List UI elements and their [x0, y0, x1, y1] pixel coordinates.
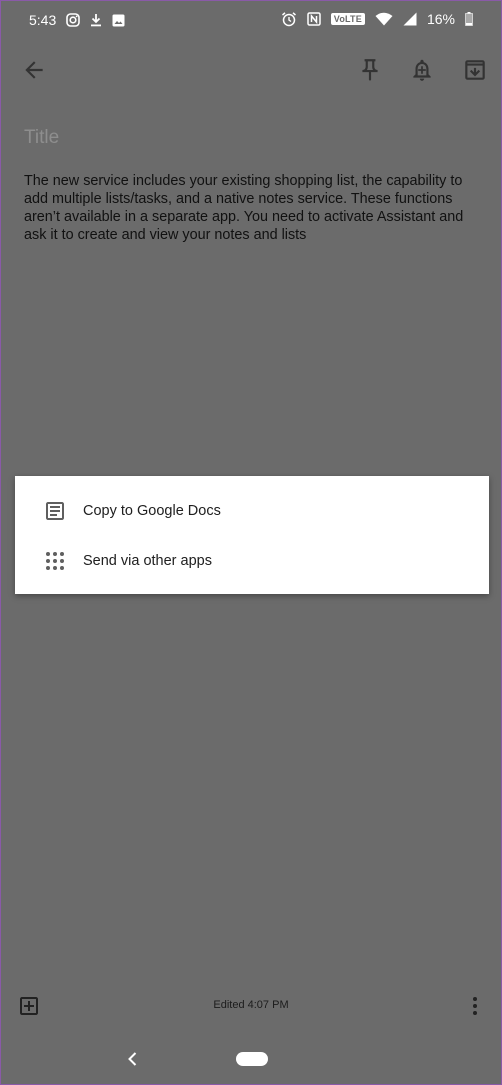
- archive-icon: [465, 60, 485, 80]
- more-vert-icon: [473, 997, 477, 1015]
- arrow-back-icon: [25, 61, 43, 79]
- share-menu: Copy to Google Docs Send via other apps: [15, 476, 489, 594]
- status-time: 5:43: [29, 12, 57, 28]
- battery-icon: [465, 12, 473, 26]
- instagram-icon: [66, 13, 81, 27]
- chevron-left-icon: [128, 1052, 137, 1066]
- note-body-text[interactable]: The new service includes your existing s…: [24, 172, 484, 244]
- app-bar: [1, 47, 501, 93]
- reminder-button[interactable]: [409, 57, 435, 83]
- image-icon: [112, 14, 125, 27]
- back-button[interactable]: [21, 57, 47, 83]
- system-nav-bar: [1, 1041, 501, 1077]
- document-icon: [43, 499, 67, 523]
- pin-button[interactable]: [357, 57, 383, 83]
- alarm-icon: [281, 11, 297, 27]
- cell-signal-icon: [403, 12, 417, 26]
- screen: 5:43 VoLTE 16% Title The new service inc…: [0, 0, 502, 1085]
- nav-back-button[interactable]: [123, 1049, 143, 1069]
- menu-item-label: Copy to Google Docs: [83, 503, 221, 519]
- menu-item-copy-to-google-docs[interactable]: Copy to Google Docs: [15, 486, 489, 536]
- status-bar: 5:43 VoLTE 16%: [1, 1, 501, 41]
- note-title-field[interactable]: Title: [24, 127, 59, 149]
- download-icon: [90, 13, 102, 27]
- archive-button[interactable]: [462, 57, 488, 83]
- menu-item-send-via-other-apps[interactable]: Send via other apps: [15, 536, 489, 586]
- pin-icon: [362, 59, 378, 81]
- reminder-bell-icon: [413, 59, 431, 81]
- nav-home-pill[interactable]: [236, 1052, 268, 1066]
- more-options-button[interactable]: [463, 994, 487, 1018]
- nfc-icon: [307, 12, 321, 26]
- apps-grid-icon: [43, 549, 67, 573]
- edited-timestamp: Edited 4:07 PM: [213, 999, 289, 1011]
- bottom-bar: Edited 4:07 PM: [1, 991, 501, 1021]
- menu-item-label: Send via other apps: [83, 553, 212, 569]
- volte-badge: VoLTE: [330, 13, 365, 25]
- status-right-group: VoLTE 16%: [281, 11, 473, 27]
- battery-percent: 16%: [426, 11, 455, 27]
- status-left-group: 5:43: [29, 12, 125, 28]
- wifi-icon: [375, 12, 393, 26]
